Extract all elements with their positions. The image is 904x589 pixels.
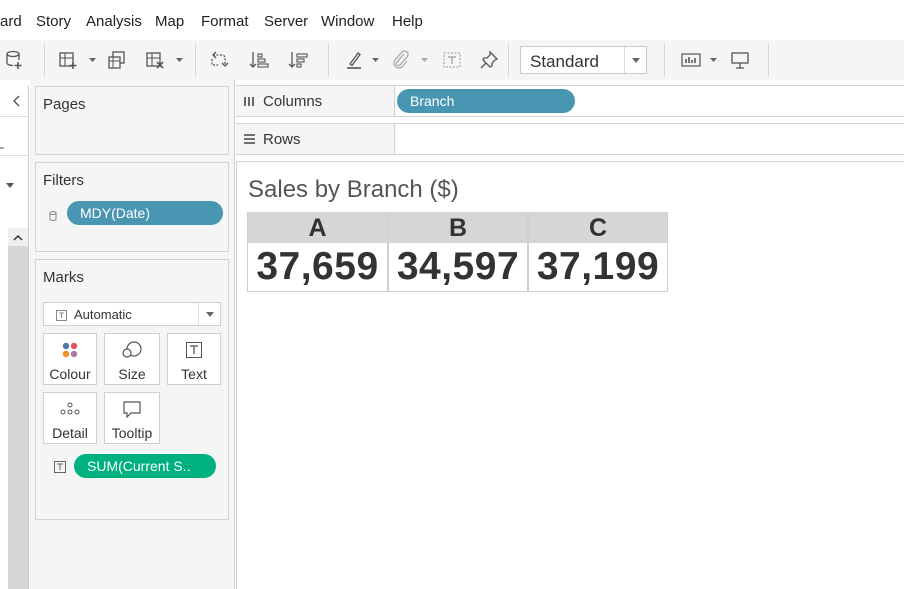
view-size-value: Standard [530, 52, 599, 71]
text-label: Text [181, 366, 207, 382]
text-mark-icon [54, 460, 66, 478]
pages-title: Pages [43, 96, 86, 113]
toolbar-divider [508, 44, 509, 76]
colour-label: Colour [49, 366, 91, 382]
view-size-select[interactable]: Standard [520, 46, 647, 74]
toolbar-divider [664, 44, 665, 76]
filters-title: Filters [43, 172, 84, 189]
value-cell-c[interactable]: 37,199 [529, 243, 667, 291]
column-header-b[interactable]: B [389, 213, 527, 243]
scrollbar-track[interactable] [8, 228, 28, 589]
swap-icon[interactable] [208, 48, 230, 72]
rows-shelf: Rows [236, 123, 904, 155]
columns-shelf-label: Columns [236, 86, 395, 116]
new-worksheet-icon[interactable] [57, 48, 79, 72]
size-icon [105, 341, 159, 359]
menu-window[interactable]: Window [321, 13, 374, 30]
sort-ascending-icon[interactable] [248, 48, 270, 72]
value-cell-b[interactable]: 34,597 [389, 243, 527, 291]
dash-icon [0, 137, 5, 155]
columns-shelf: Columns Branch [236, 85, 904, 117]
detail-icon [44, 400, 96, 418]
filter-pill-date[interactable]: MDY(Date) [67, 201, 223, 225]
filters-card[interactable]: Filters MDY(Date) [35, 162, 229, 252]
menu-dashboard[interactable]: ard [0, 13, 22, 30]
cell-divider [387, 213, 389, 291]
toolbar [0, 40, 904, 80]
text-mark-icon [56, 308, 67, 326]
mark-type-select[interactable]: Automatic [43, 302, 221, 326]
mark-type-value: Automatic [74, 307, 132, 322]
datasource-icon [49, 208, 57, 226]
toolbar-divider [768, 44, 769, 76]
columns-label: Columns [263, 93, 323, 110]
chevron-down-icon[interactable] [88, 54, 96, 66]
menu-help[interactable]: Help [392, 13, 423, 30]
data-pane-header [0, 85, 29, 117]
chevron-down-icon[interactable] [175, 54, 183, 66]
text-icon [168, 341, 220, 359]
duplicate-sheet-icon[interactable] [106, 48, 128, 72]
measure-pill-sum[interactable]: SUM(Current S.. [74, 454, 216, 478]
marks-title: Marks [43, 269, 84, 286]
group-icon[interactable] [390, 48, 412, 72]
rows-shelf-label: Rows [236, 124, 395, 154]
menu-map[interactable]: Map [155, 13, 184, 30]
presentation-icon[interactable] [729, 48, 751, 72]
worksheet-view[interactable]: Sales by Branch ($) A B C 37,659 34,597 … [236, 161, 904, 589]
columns-icon [243, 94, 256, 112]
menu-bar: ard Story Analysis Map Format Server Win… [0, 0, 904, 40]
sort-descending-icon[interactable] [287, 48, 309, 72]
collapse-left-icon[interactable] [12, 94, 20, 112]
tooltip-button[interactable]: Tooltip [104, 392, 160, 444]
chevron-down-icon[interactable] [624, 47, 646, 73]
menu-story[interactable]: Story [36, 13, 71, 30]
show-me-icon[interactable] [680, 48, 702, 72]
scroll-up-icon[interactable] [8, 228, 28, 246]
menu-server[interactable]: Server [264, 13, 308, 30]
menu-format[interactable]: Format [201, 13, 249, 30]
text-button[interactable]: Text [167, 333, 221, 385]
chevron-down-icon[interactable] [420, 54, 428, 66]
new-datasource-icon[interactable] [4, 48, 24, 72]
rows-icon [243, 132, 256, 150]
tooltip-icon [105, 400, 159, 418]
size-label: Size [118, 366, 146, 382]
pin-icon[interactable] [478, 48, 500, 72]
chevron-down-icon[interactable] [6, 175, 14, 193]
menu-analysis[interactable]: Analysis [86, 13, 142, 30]
toolbar-divider [195, 44, 196, 76]
toolbar-divider [328, 44, 329, 76]
clear-sheet-icon[interactable] [144, 48, 166, 72]
highlight-icon[interactable] [343, 48, 365, 72]
column-pill-branch[interactable]: Branch [397, 89, 575, 113]
size-button[interactable]: Size [104, 333, 160, 385]
rows-label: Rows [263, 131, 301, 148]
tooltip-label: Tooltip [111, 425, 153, 441]
toolbar-divider [44, 44, 45, 76]
chevron-down-icon[interactable] [709, 54, 717, 66]
chevron-down-icon[interactable] [198, 303, 220, 325]
divider [0, 155, 29, 156]
column-header-a[interactable]: A [248, 213, 387, 243]
cell-divider [527, 213, 529, 291]
view-title: Sales by Branch ($) [248, 176, 459, 203]
pages-card[interactable]: Pages [35, 86, 229, 155]
chevron-down-icon[interactable] [371, 54, 379, 66]
rows-drop-zone[interactable] [396, 124, 904, 154]
detail-button[interactable]: Detail [43, 392, 97, 444]
column-header-c[interactable]: C [529, 213, 667, 243]
detail-label: Detail [52, 425, 88, 441]
colour-button[interactable]: Colour [43, 333, 97, 385]
marks-card: Marks Automatic Colour Size Text Detail … [35, 259, 229, 520]
labels-icon[interactable] [441, 48, 463, 72]
colour-icon [44, 341, 96, 359]
value-cell-a[interactable]: 37,659 [248, 243, 387, 291]
text-table: A B C 37,659 34,597 37,199 [247, 212, 668, 292]
